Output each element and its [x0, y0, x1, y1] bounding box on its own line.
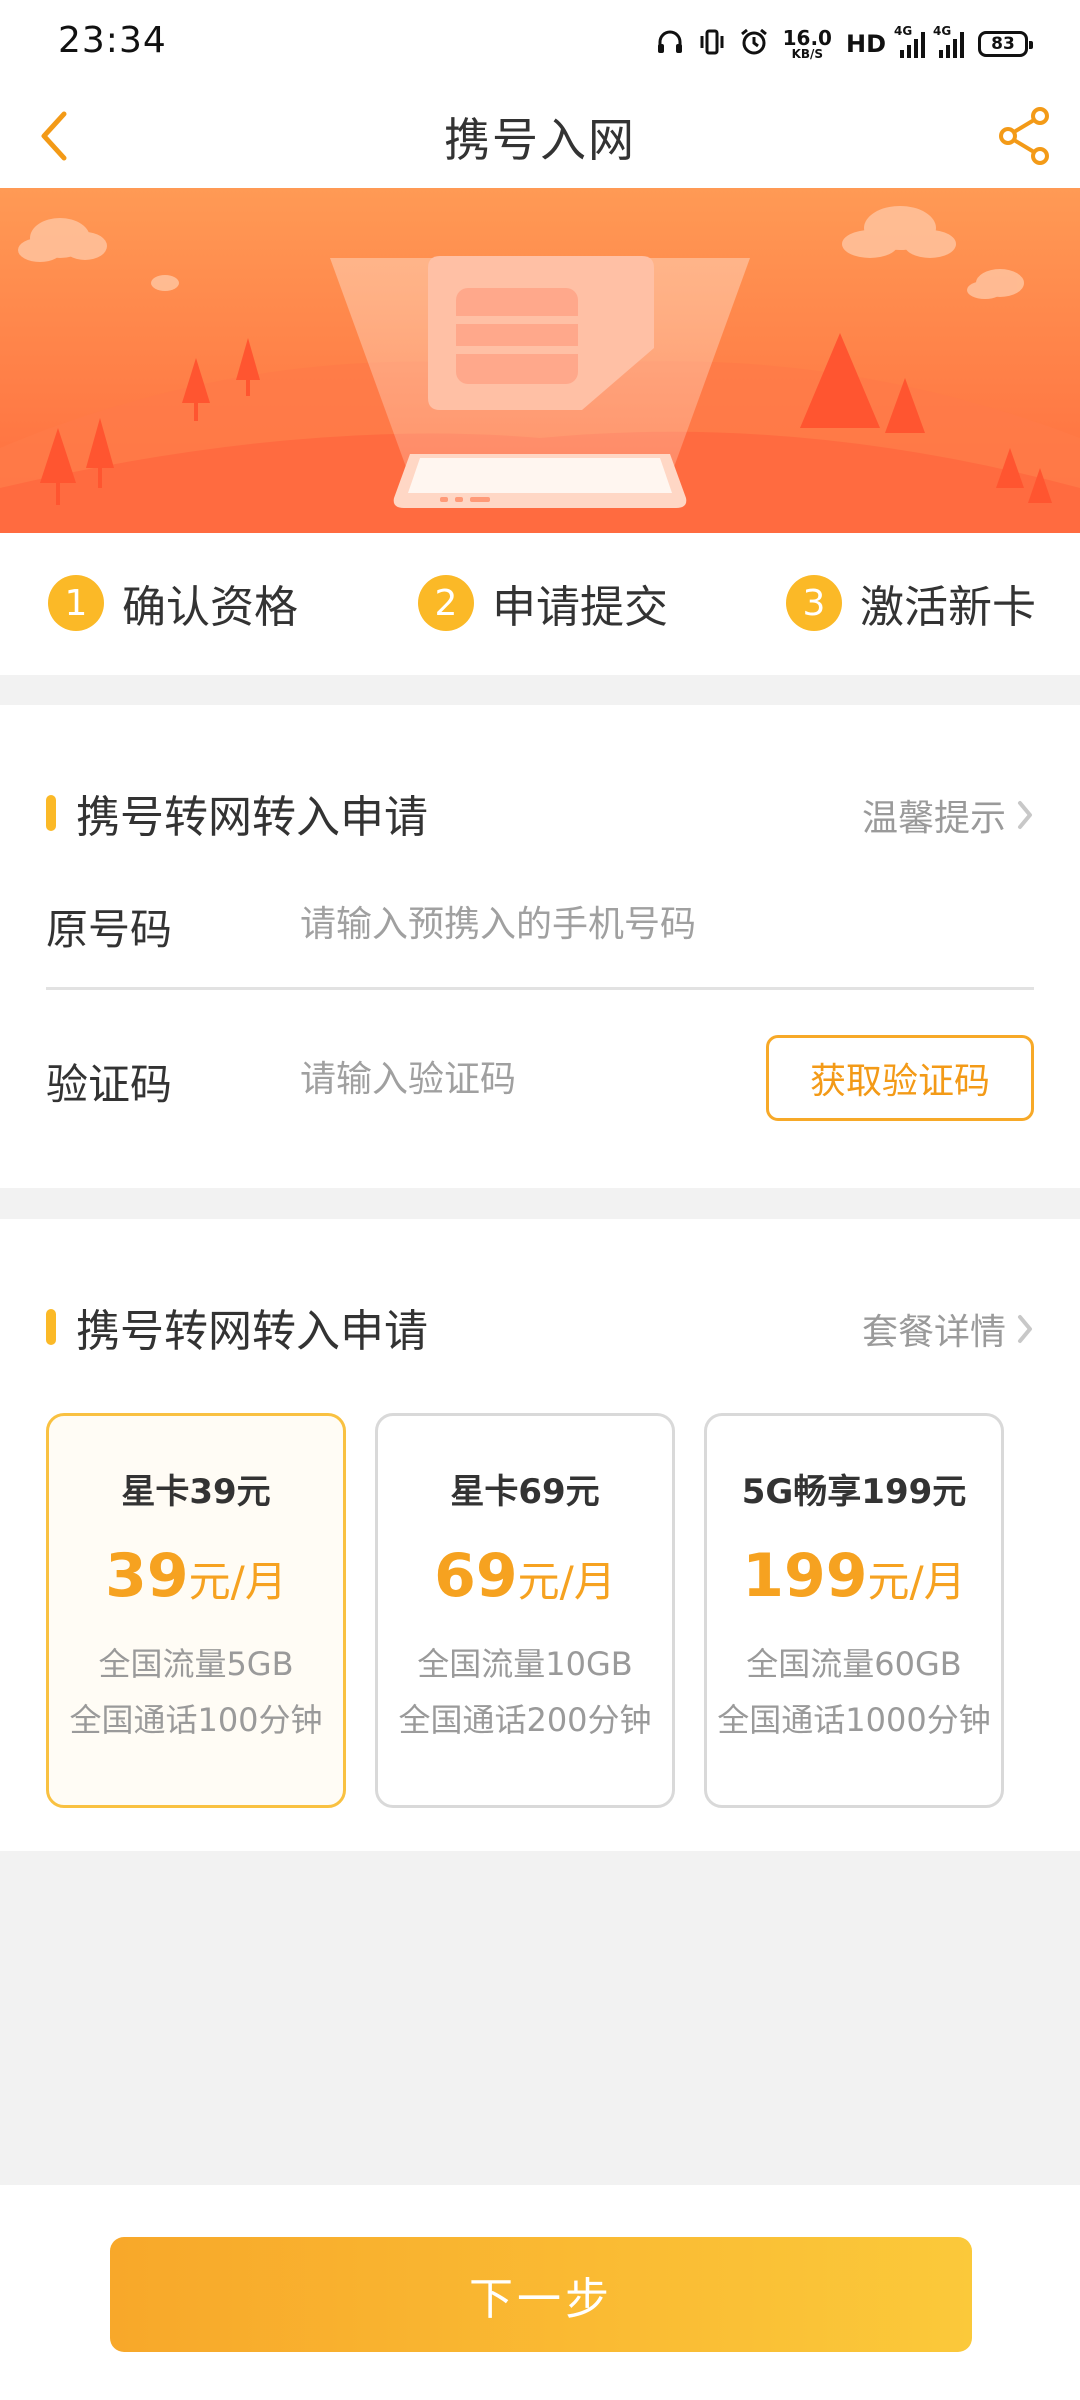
code-label: 验证码 [46, 1060, 173, 1109]
footer: 下一步 [0, 2185, 1080, 2400]
plan-price-value: 39 [105, 1541, 189, 1611]
battery-icon: 83 [978, 31, 1033, 57]
section-accent-bar [46, 795, 56, 831]
battery-level: 83 [991, 34, 1015, 54]
step-number: 2 [418, 575, 474, 631]
network-label-1: 4G [894, 24, 913, 38]
alarm-icon [739, 27, 769, 61]
plan-list: 星卡39元 39元/月 全国流量5GB 全国通话100分钟 星卡69元 69元/… [46, 1413, 1006, 1808]
next-step-button[interactable]: 下一步 [110, 2237, 972, 2352]
phone-input[interactable] [300, 894, 780, 954]
phone-icon [393, 454, 687, 508]
phone-label: 原号码 [46, 905, 173, 954]
get-code-button[interactable]: 获取验证码 [766, 1035, 1034, 1121]
net-speed: 16.0 KB/S [783, 28, 832, 60]
plan-card-69[interactable]: 星卡69元 69元/月 全国流量10GB 全国通话200分钟 [375, 1413, 675, 1808]
banner-illustration [0, 188, 1080, 533]
plan-price-value: 69 [434, 1541, 518, 1611]
step-label: 确认资格 [122, 582, 298, 633]
plan-details-link[interactable]: 套餐详情 [862, 1303, 1034, 1355]
tips-link[interactable]: 温馨提示 [862, 789, 1034, 841]
status-icons: 16.0 KB/S HD 4G 4G 83 [655, 24, 1033, 64]
step-activate: 3 激活新卡 [786, 573, 1036, 633]
plan-price: 69元/月 [378, 1538, 672, 1614]
hd-label: HD [845, 30, 886, 58]
plans-section: 携号转网转入申请 套餐详情 星卡39元 39元/月 全国流量5GB 全国通话10… [0, 1219, 1080, 1851]
plan-card-199[interactable]: 5G畅享199元 199元/月 全国流量60GB 全国通话1000分钟 [704, 1413, 1004, 1808]
plan-name: 星卡69元 [450, 1472, 600, 1512]
step-confirm: 1 确认资格 [48, 573, 298, 633]
section-title: 携号转网转入申请 [76, 792, 428, 843]
chevron-right-icon [1018, 1315, 1032, 1343]
chevron-right-icon [1018, 801, 1032, 829]
step-number: 1 [48, 575, 104, 631]
tips-link-label: 温馨提示 [861, 798, 1006, 839]
share-icon [999, 107, 1049, 165]
signal-icon: 4G [894, 24, 925, 58]
plan-details-label: 套餐详情 [861, 1312, 1006, 1353]
step-label: 申请提交 [492, 582, 668, 633]
status-time: 23:34 [58, 20, 167, 61]
phone-row: 原号码 [46, 860, 1034, 990]
signal-icon: 4G [933, 24, 964, 58]
section-header: 携号转网转入申请 温馨提示 [46, 777, 1034, 847]
status-bar: 23:34 16.0 KB/S HD 4G 4G 83 [0, 0, 1080, 86]
plan-price: 39元/月 [49, 1538, 343, 1614]
plan-data: 全国流量5GB [98, 1645, 294, 1683]
plan-price-value: 199 [742, 1541, 868, 1611]
step-submit: 2 申请提交 [418, 573, 668, 633]
code-row: 验证码 获取验证码 [46, 1015, 1034, 1145]
net-speed-value: 16.0 [782, 26, 832, 50]
transfer-form-section: 携号转网转入申请 温馨提示 原号码 验证码 获取验证码 [0, 705, 1080, 1188]
progress-steps: 1 确认资格 2 申请提交 3 激活新卡 [0, 533, 1080, 675]
plan-price-unit: 元/月 [188, 1557, 287, 1606]
plan-calls: 全国通话100分钟 [69, 1701, 323, 1739]
section-accent-bar [46, 1309, 56, 1345]
plan-price-unit: 元/月 [517, 1557, 616, 1606]
plan-name: 星卡39元 [121, 1472, 271, 1512]
plan-card-39[interactable]: 星卡39元 39元/月 全国流量5GB 全国通话100分钟 [46, 1413, 346, 1808]
plan-data: 全国流量10GB [417, 1645, 633, 1683]
plan-data: 全国流量60GB [746, 1645, 962, 1683]
plan-calls: 全国通话1000分钟 [717, 1701, 991, 1739]
plan-calls: 全国通话200分钟 [398, 1701, 652, 1739]
headphone-icon [655, 27, 685, 61]
vibrate-icon [699, 27, 725, 61]
share-button[interactable] [986, 98, 1062, 174]
nav-bar: 携号入网 [0, 86, 1080, 188]
section-title: 携号转网转入申请 [76, 1306, 428, 1357]
net-speed-unit: KB/S [791, 47, 824, 61]
section-header: 携号转网转入申请 套餐详情 [46, 1291, 1034, 1361]
step-number: 3 [786, 575, 842, 631]
code-input[interactable] [300, 1049, 680, 1109]
network-label-2: 4G [933, 24, 952, 38]
plan-name: 5G畅享199元 [741, 1472, 967, 1512]
plan-price-unit: 元/月 [867, 1557, 966, 1606]
step-label: 激活新卡 [860, 582, 1036, 633]
plan-price: 199元/月 [707, 1538, 1001, 1614]
page-title: 携号入网 [444, 113, 636, 167]
